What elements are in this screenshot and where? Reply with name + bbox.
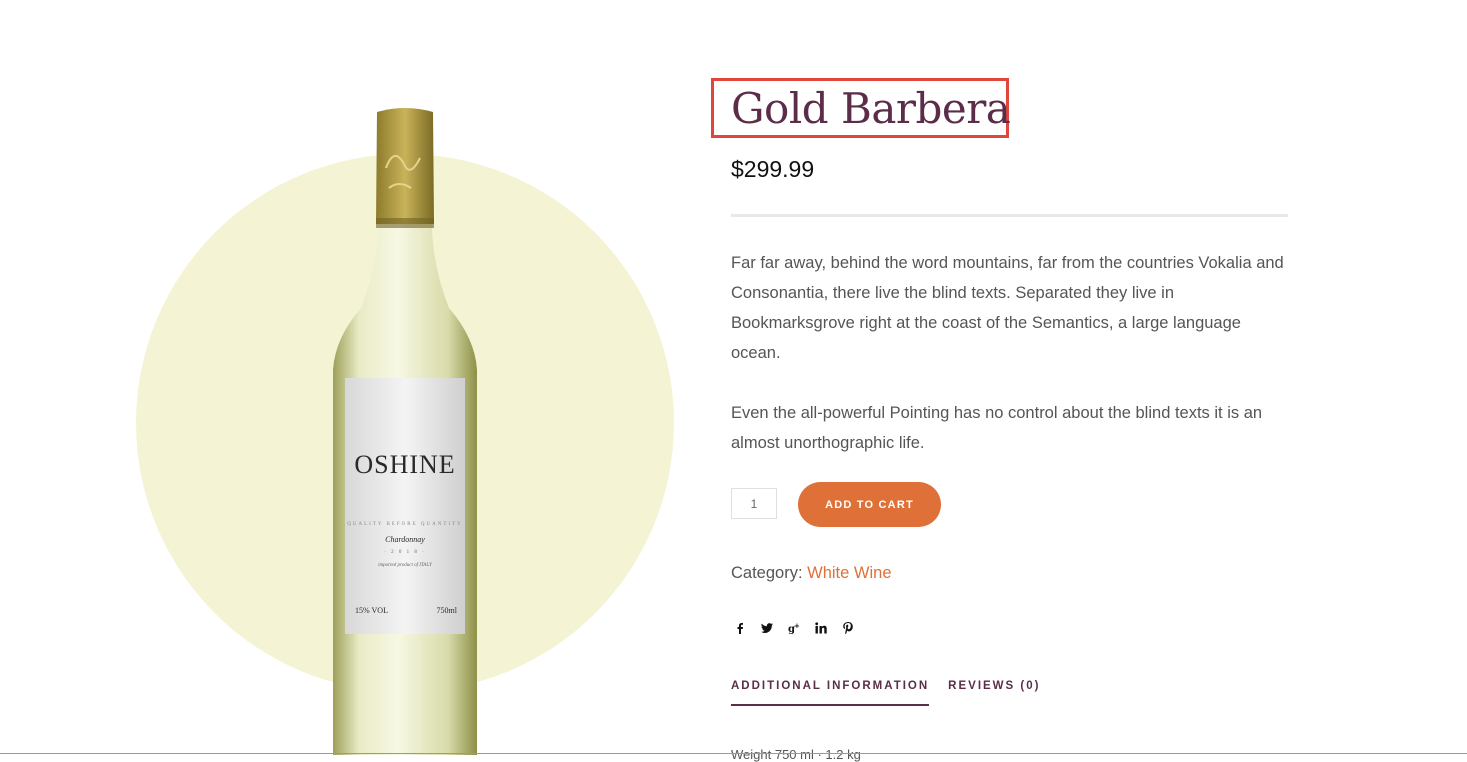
product-category: Category: White Wine — [731, 564, 892, 583]
bottle-origin: imported product of ITALY — [378, 563, 432, 568]
product-image: OSHINE QUALITY BEFORE QUANTITY Chardonna… — [0, 0, 700, 755]
description-paragraph: Even the all-powerful Pointing has no co… — [731, 404, 1263, 452]
quantity-input[interactable] — [731, 488, 777, 519]
facebook-icon[interactable] — [731, 618, 749, 638]
page-bottom-border — [0, 753, 1467, 754]
bottle-label: OSHINE QUALITY BEFORE QUANTITY Chardonna… — [345, 378, 465, 634]
bottle-year: · 2 0 1 8 · — [384, 550, 426, 555]
tab-additional-information[interactable]: ADDITIONAL INFORMATION — [731, 680, 930, 706]
bottle-brand: OSHINE — [354, 450, 456, 479]
summary-divider — [731, 214, 1288, 217]
tab-reviews[interactable]: REVIEWS (0) — [948, 680, 1040, 706]
category-link-white-wine[interactable]: White Wine — [807, 564, 891, 582]
pinterest-icon[interactable] — [839, 618, 857, 638]
product-tabs: ADDITIONAL INFORMATION REVIEWS (0) — [731, 680, 1040, 706]
category-label: Category: — [731, 564, 803, 582]
bottle-abv: 15% VOL — [355, 606, 388, 615]
social-share: g + — [731, 618, 857, 638]
bottle-volume: 750ml — [436, 606, 457, 615]
product-price: $299.99 — [731, 156, 815, 182]
product-description: Far far away, behind the word mountains,… — [731, 248, 1288, 488]
product-title: Gold Barbera — [731, 84, 1011, 133]
description-paragraph: Far far away, behind the word mountains,… — [731, 254, 1284, 362]
bottle-variety: Chardonnay — [385, 535, 425, 544]
twitter-icon[interactable] — [758, 618, 776, 638]
add-to-cart-button[interactable]: ADD TO CART — [798, 482, 941, 527]
google-plus-icon[interactable]: g + — [785, 618, 803, 638]
svg-text:+: + — [794, 622, 800, 630]
bottle-tagline: QUALITY BEFORE QUANTITY — [347, 522, 463, 527]
wine-bottle-image: OSHINE QUALITY BEFORE QUANTITY Chardonna… — [331, 108, 479, 755]
linkedin-icon[interactable] — [812, 618, 830, 638]
